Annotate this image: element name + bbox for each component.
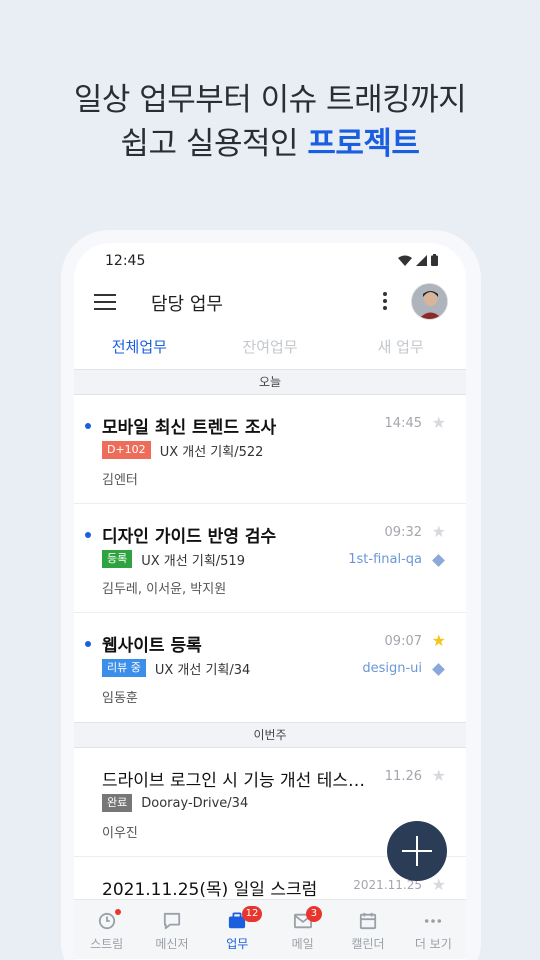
nav-tasks[interactable]: 12 업무	[205, 900, 270, 959]
task-assignees: 이우진	[102, 826, 138, 841]
task-project: UX 개선 기획/34	[154, 662, 251, 678]
nav-label: 메일	[291, 937, 314, 951]
task-row[interactable]: 모바일 최신 트렌드 조사 14:45 ★ D+102 UX 개선 기획/522…	[74, 395, 466, 503]
notification-dot	[115, 909, 121, 915]
headline-accent: 프로젝트	[307, 126, 420, 162]
kebab-more-icon[interactable]	[380, 292, 390, 314]
star-icon[interactable]: ★	[432, 631, 446, 650]
task-meta: 등록 UX 개선 기획/519	[102, 550, 245, 569]
task-project: UX 개선 기획/522	[159, 444, 264, 460]
page-title: 담당 업무	[151, 294, 223, 315]
task-count-badge: 12	[241, 906, 263, 922]
star-icon[interactable]: ★	[432, 522, 446, 541]
headline-line-1: 일상 업무부터 이슈 트래킹까지	[73, 82, 467, 118]
status-icons	[398, 254, 438, 266]
task-meta: D+102 UX 개선 기획/522	[102, 441, 264, 460]
promo-headline: 일상 업무부터 이슈 트래킹까지 쉽고 실용적인 프로젝트	[0, 78, 540, 166]
task-filter-tabs: 전체업무 잔여업무 새 업무	[74, 329, 466, 369]
star-icon[interactable]: ★	[432, 766, 446, 785]
add-task-fab[interactable]	[387, 821, 447, 881]
task-time: 14:45	[384, 416, 422, 431]
unread-dot	[85, 423, 91, 429]
task-meta: 리뷰 중 UX 개선 기획/34	[102, 659, 251, 678]
app-bar: 담당 업무	[74, 279, 466, 329]
nav-label: 더 보기	[414, 937, 452, 951]
headline-line-2: 쉽고 실용적인 프로젝트	[0, 122, 540, 166]
task-title: 모바일 최신 트렌드 조사	[102, 418, 277, 438]
task-title: 2021.11.25(목) 일일 스크럼	[102, 880, 318, 899]
task-meta: 완료 Dooray-Drive/34	[102, 794, 248, 812]
task-project: Dooray-Drive/34	[141, 795, 249, 811]
hamburger-menu-icon[interactable]	[94, 294, 116, 312]
task-assignees: 임동훈	[102, 691, 138, 706]
tag-diamond-icon	[432, 554, 445, 567]
nav-label: 캘린더	[351, 937, 385, 951]
star-icon[interactable]: ★	[432, 875, 446, 894]
task-assignees: 김두레, 이서윤, 박지원	[102, 582, 227, 597]
status-time: 12:45	[105, 253, 146, 269]
status-badge: 등록	[102, 550, 133, 568]
nav-calendar[interactable]: 캘린더	[335, 900, 400, 959]
bottom-nav: 스트림 메신저 12 업무 3 메일 캘린더 더 보기	[74, 899, 466, 959]
status-badge: 완료	[102, 794, 133, 812]
avatar[interactable]	[411, 283, 448, 320]
unread-dot	[85, 532, 91, 538]
section-header-this-week: 이번주	[74, 722, 466, 748]
more-dots-icon	[425, 919, 442, 923]
task-row[interactable]: 웹사이트 등록 09:07 ★ 리뷰 중 UX 개선 기획/34 design-…	[74, 613, 466, 721]
wifi-icon	[398, 255, 412, 266]
nav-more[interactable]: 더 보기	[401, 900, 466, 959]
task-assignees: 김엔터	[102, 473, 138, 488]
task-tag[interactable]: 1st-final-qa	[348, 552, 422, 567]
nav-messenger[interactable]: 메신저	[139, 900, 204, 959]
mail-count-badge: 3	[305, 906, 322, 922]
section-header-today: 오늘	[74, 369, 466, 395]
task-time: 11.26	[384, 769, 422, 784]
nav-mail[interactable]: 3 메일	[270, 900, 335, 959]
clock-icon	[98, 912, 115, 930]
chat-bubble-icon	[163, 912, 181, 930]
star-icon[interactable]: ★	[432, 413, 446, 432]
task-title: 디자인 가이드 반영 검수	[102, 527, 277, 547]
nav-stream[interactable]: 스트림	[74, 900, 139, 959]
nav-label: 메신저	[155, 937, 189, 951]
task-time: 09:07	[384, 634, 422, 649]
task-time: 09:32	[384, 525, 422, 540]
battery-icon	[431, 254, 438, 266]
task-tag[interactable]: design-ui	[362, 661, 422, 676]
status-badge: D+102	[102, 441, 151, 459]
task-project: UX 개선 기획/519	[141, 553, 245, 569]
tag-diamond-icon	[432, 663, 445, 676]
nav-label: 스트림	[90, 937, 124, 951]
status-badge: 리뷰 중	[102, 659, 146, 677]
unread-dot	[85, 641, 91, 647]
task-title: 드라이브 로그인 시 기능 개선 테스…	[102, 771, 365, 791]
task-row[interactable]: 디자인 가이드 반영 검수 09:32 ★ 등록 UX 개선 기획/519 1s…	[74, 504, 466, 612]
headline-line-2-prefix: 쉽고 실용적인	[120, 126, 308, 162]
calendar-icon	[359, 912, 377, 930]
tab-all-tasks[interactable]: 전체업무	[74, 329, 205, 369]
nav-label: 업무	[226, 937, 249, 951]
tab-new-tasks[interactable]: 새 업무	[335, 329, 466, 369]
tab-remaining-tasks[interactable]: 잔여업무	[205, 329, 336, 369]
status-bar: 12:45	[74, 243, 466, 279]
task-title: 웹사이트 등록	[102, 636, 202, 656]
signal-icon	[416, 254, 427, 266]
